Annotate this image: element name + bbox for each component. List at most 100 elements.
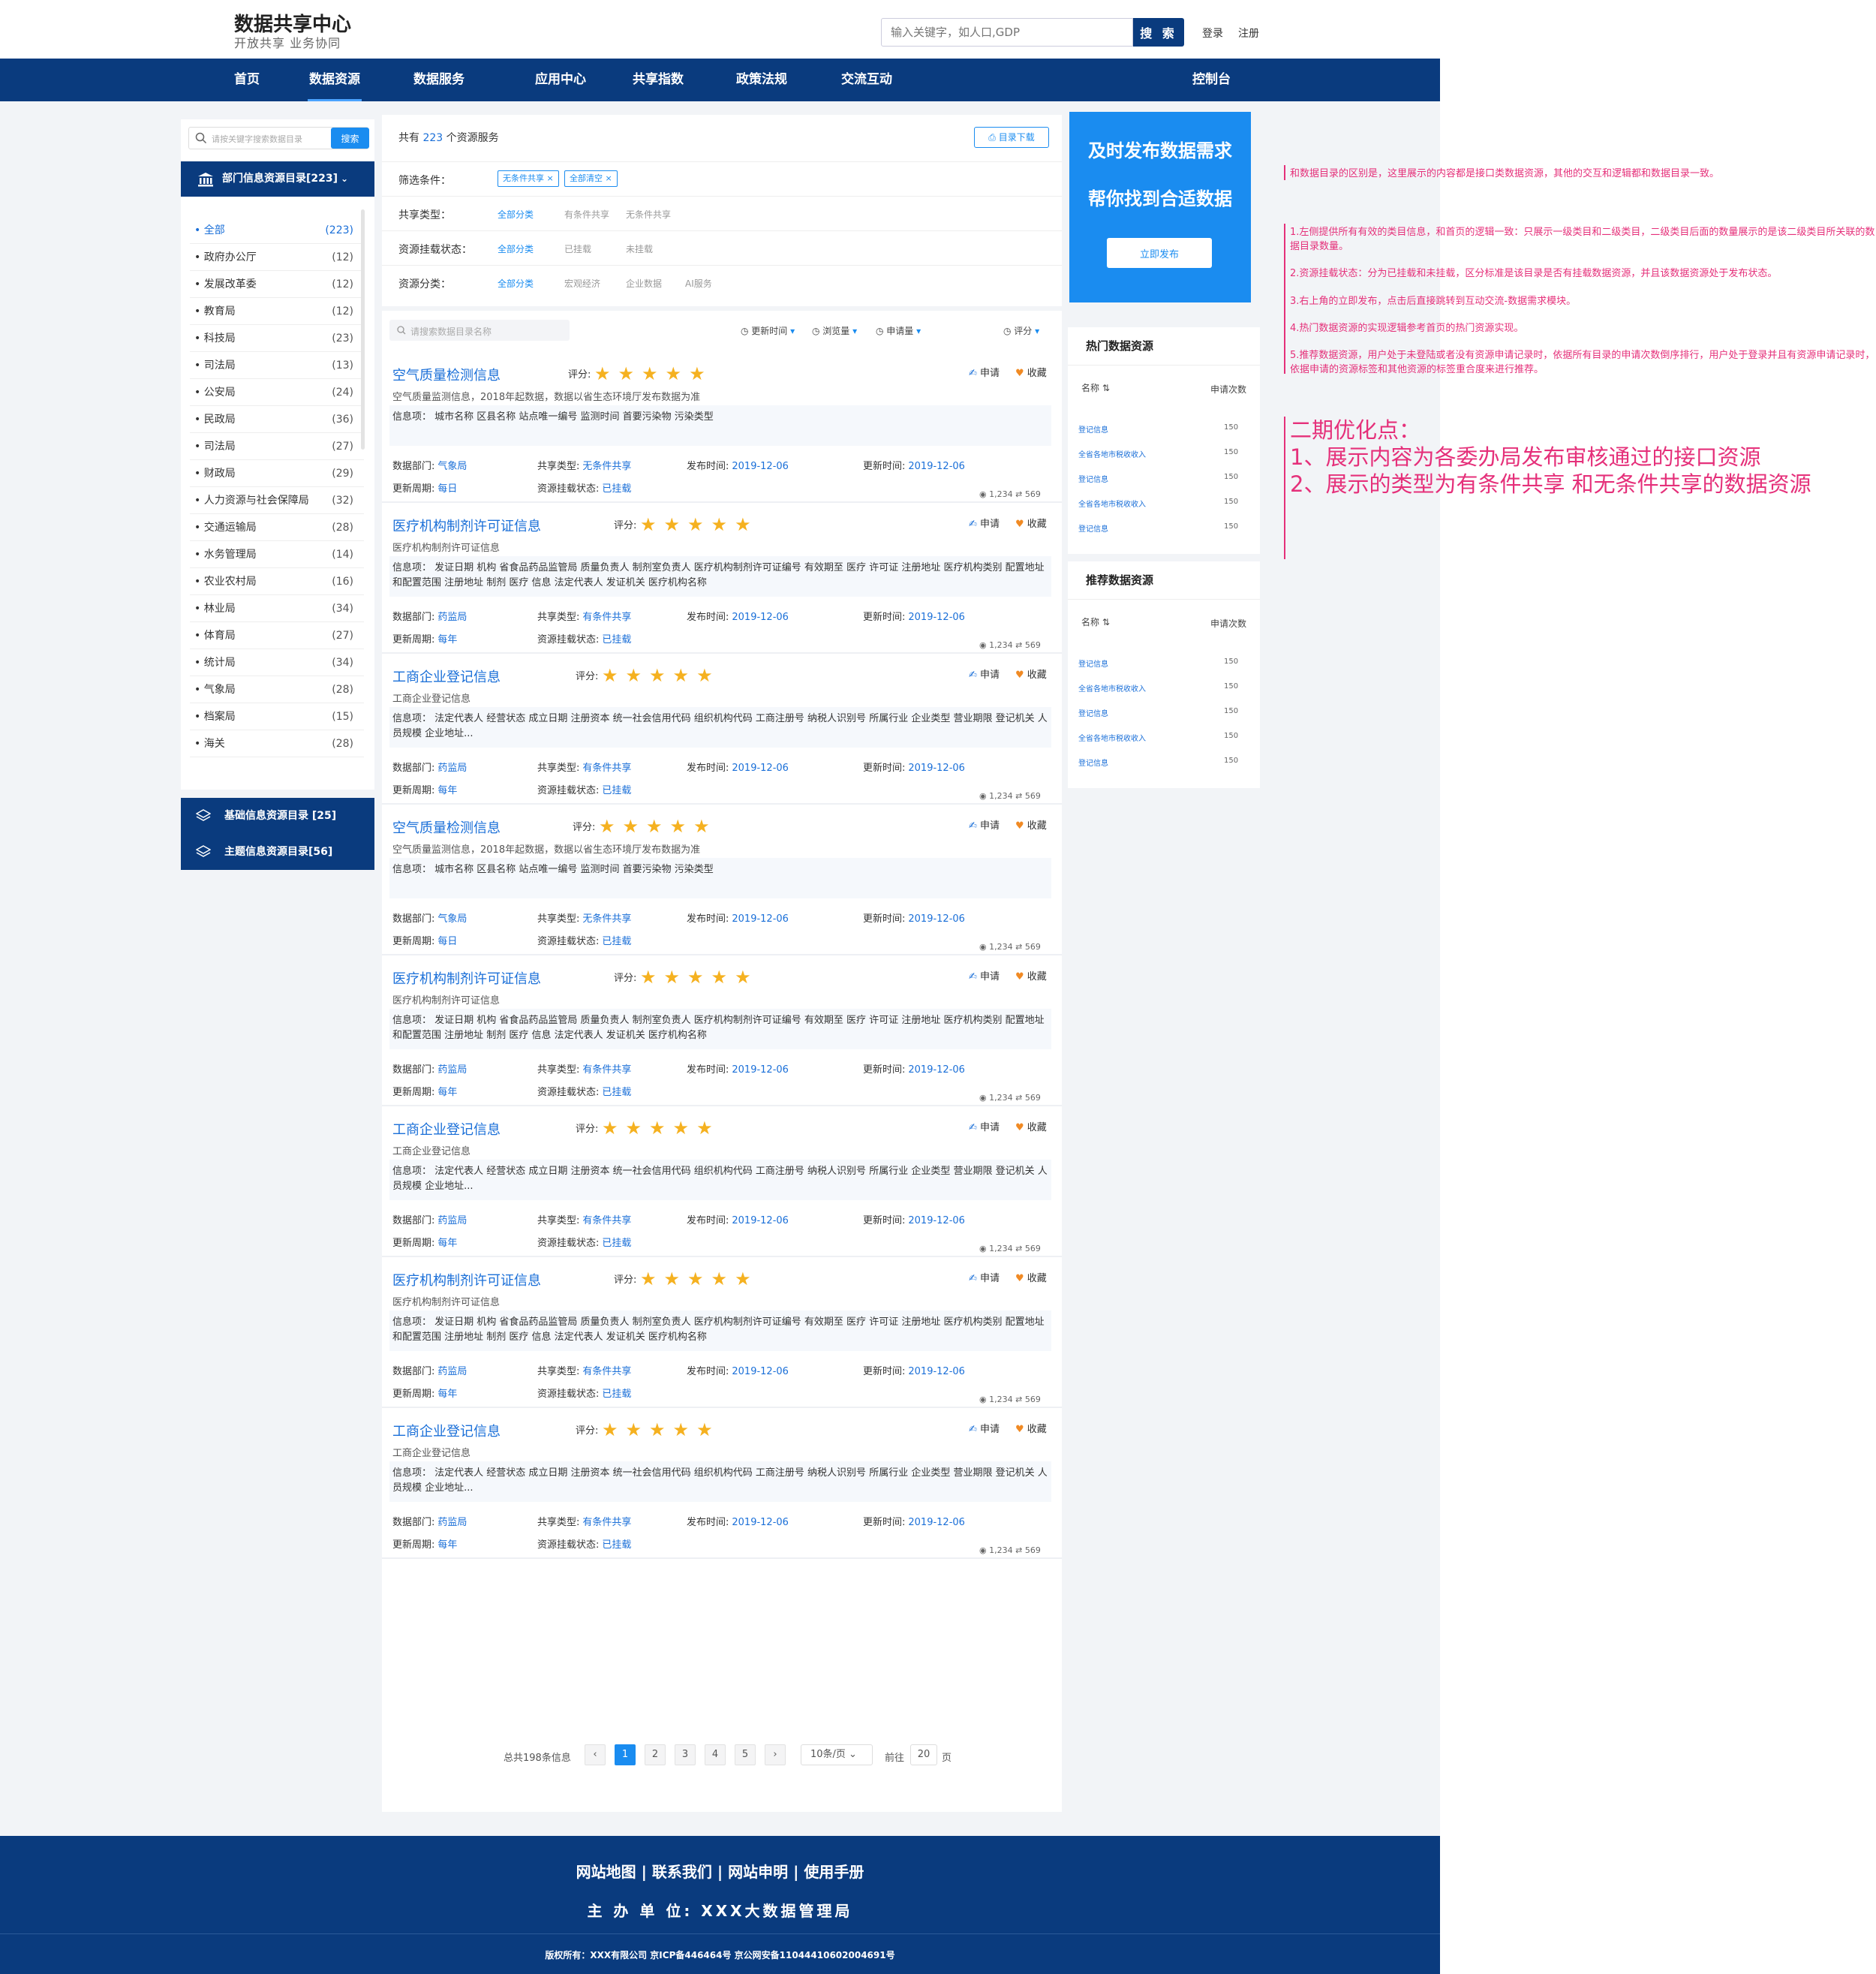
resource-title[interactable]: 医疗机构制剂许可证信息 xyxy=(392,1270,541,1289)
favorite-button[interactable]: ♥ 收藏 xyxy=(1015,1421,1047,1435)
side-resource-row[interactable]: 全省各地市税收收入 150 xyxy=(1078,675,1249,699)
sidebar-item[interactable]: • 交通运输局 (28) xyxy=(190,514,364,541)
nav-app-center[interactable]: 应用中心 xyxy=(535,59,586,101)
apply-button[interactable]: ✍ 申请 xyxy=(969,365,1000,379)
meta-value[interactable]: 药监局 xyxy=(437,612,467,623)
side-resource-row[interactable]: 登记信息 150 xyxy=(1078,515,1249,539)
nav-share-index[interactable]: 共享指数 xyxy=(633,59,684,101)
sidebar-item[interactable]: • 公安局 (24) xyxy=(190,379,364,406)
sidebar-item[interactable]: • 农业农村局 (16) xyxy=(190,568,364,595)
dept-catalog-header[interactable]: 部门信息资源目录[223] ⌄ xyxy=(181,161,374,197)
side-resource-name[interactable]: 登记信息 xyxy=(1078,657,1108,669)
resource-title[interactable]: 医疗机构制剂许可证信息 xyxy=(392,516,541,535)
sidebar-item[interactable]: • 教育局 (12) xyxy=(190,298,364,325)
favorite-button[interactable]: ♥ 收藏 xyxy=(1015,667,1047,681)
filter-option[interactable]: 全部分类 xyxy=(498,242,534,255)
side-resource-row[interactable]: 全省各地市税收收入 150 xyxy=(1078,724,1249,748)
nav-console[interactable]: 控制台 xyxy=(1192,59,1231,101)
nav-data-services[interactable]: 数据服务 xyxy=(413,59,464,101)
apply-button[interactable]: ✍ 申请 xyxy=(969,968,1000,982)
favorite-button[interactable]: ♥ 收藏 xyxy=(1015,817,1047,832)
theme-catalog-button[interactable]: 主题信息资源目录[56] xyxy=(181,834,374,870)
favorite-button[interactable]: ♥ 收藏 xyxy=(1015,968,1047,982)
side-resource-name[interactable]: 全省各地市税收收入 xyxy=(1078,498,1146,509)
side-resource-row[interactable]: 登记信息 150 xyxy=(1078,650,1249,674)
favorite-button[interactable]: ♥ 收藏 xyxy=(1015,1119,1047,1133)
apply-button[interactable]: ✍ 申请 xyxy=(969,1119,1000,1133)
nav-data-resources[interactable]: 数据资源 xyxy=(308,59,362,101)
sort-applies[interactable]: ◷ 申请量 ▾ xyxy=(876,324,921,337)
sidebar-item[interactable]: • 民政局 (36) xyxy=(190,406,364,433)
sidebar-item[interactable]: • 人力资源与社会保障局 (32) xyxy=(190,487,364,514)
side-resource-name[interactable]: 登记信息 xyxy=(1078,522,1108,534)
list-search-input[interactable]: 请搜索数据目录名称 xyxy=(389,320,570,341)
side-resource-row[interactable]: 登记信息 150 xyxy=(1078,700,1249,724)
side-resource-row[interactable]: 登记信息 150 xyxy=(1078,749,1249,773)
sidebar-item[interactable]: • 司法局 (13) xyxy=(190,352,364,379)
meta-value[interactable]: 气象局 xyxy=(437,913,467,925)
meta-value[interactable]: 药监局 xyxy=(437,1366,467,1377)
resource-title[interactable]: 工商企业登记信息 xyxy=(392,667,501,686)
nav-home[interactable]: 首页 xyxy=(234,59,260,101)
pager-page[interactable]: 1 xyxy=(615,1744,636,1765)
filter-tag-clear-all[interactable]: 全部清空 × xyxy=(564,170,618,187)
footer-links[interactable]: 网站地图 | 联系我们 | 网站申明 | 使用手册 xyxy=(0,1860,1440,1882)
apply-button[interactable]: ✍ 申请 xyxy=(969,1421,1000,1435)
sidebar-item[interactable]: • 气象局 (28) xyxy=(190,676,364,703)
sidebar-item[interactable]: • 司法局 (27) xyxy=(190,433,364,460)
publish-now-button[interactable]: 立即发布 xyxy=(1107,238,1212,268)
recommend-col-name[interactable]: 名称 ⇅ xyxy=(1081,615,1110,628)
pager-page[interactable]: 2 xyxy=(645,1744,666,1765)
resource-title[interactable]: 工商企业登记信息 xyxy=(392,1421,501,1440)
side-resource-row[interactable]: 登记信息 150 xyxy=(1078,416,1249,440)
pager-page-size-select[interactable]: 10条/页 ⌄ xyxy=(801,1744,873,1765)
sidebar-item[interactable]: • 发展改革委 (12) xyxy=(190,271,364,298)
resource-title[interactable]: 工商企业登记信息 xyxy=(392,1119,501,1139)
favorite-button[interactable]: ♥ 收藏 xyxy=(1015,365,1047,379)
side-resource-name[interactable]: 登记信息 xyxy=(1078,707,1108,718)
global-search-button[interactable]: 搜 索 xyxy=(1133,18,1184,47)
favorite-button[interactable]: ♥ 收藏 xyxy=(1015,1270,1047,1284)
sidebar-item[interactable]: • 财政局 (29) xyxy=(190,460,364,487)
sort-rating[interactable]: ◷ 评分 ▾ xyxy=(1003,324,1039,337)
resource-title[interactable]: 空气质量检测信息 xyxy=(392,365,501,384)
meta-value[interactable]: 药监局 xyxy=(437,763,467,774)
sidebar-item[interactable]: • 海关 (28) xyxy=(190,730,364,757)
sidebar-item[interactable]: • 林业局 (34) xyxy=(190,595,364,622)
nav-policy[interactable]: 政策法规 xyxy=(736,59,787,101)
sidebar-item[interactable]: • 档案局 (15) xyxy=(190,703,364,730)
filter-tag-unconditional[interactable]: 无条件共享 × xyxy=(498,170,559,187)
resource-title[interactable]: 空气质量检测信息 xyxy=(392,817,501,837)
side-resource-name[interactable]: 登记信息 xyxy=(1078,473,1108,484)
sidebar-item[interactable]: • 体育局 (27) xyxy=(190,622,364,649)
sort-views[interactable]: ◷ 浏览量 ▾ xyxy=(812,324,857,337)
nav-interaction[interactable]: 交流互动 xyxy=(841,59,892,101)
pager-next-button[interactable]: › xyxy=(765,1744,786,1765)
hot-col-name[interactable]: 名称 ⇅ xyxy=(1081,381,1110,394)
apply-button[interactable]: ✍ 申请 xyxy=(969,516,1000,530)
meta-value[interactable]: 药监局 xyxy=(437,1215,467,1226)
sidebar-scrollbar[interactable] xyxy=(361,209,365,450)
pager-goto-input[interactable]: 20 xyxy=(910,1744,937,1765)
sidebar-item[interactable]: • 全部 (223) xyxy=(190,217,364,244)
side-resource-name[interactable]: 登记信息 xyxy=(1078,757,1108,768)
login-link[interactable]: 登录 xyxy=(1202,26,1223,41)
side-resource-row[interactable]: 全省各地市税收收入 150 xyxy=(1078,441,1249,465)
apply-button[interactable]: ✍ 申请 xyxy=(969,667,1000,681)
filter-option[interactable]: 宏观经济 xyxy=(564,277,600,290)
side-resource-row[interactable]: 全省各地市税收收入 150 xyxy=(1078,490,1249,514)
side-resource-name[interactable]: 全省各地市税收收入 xyxy=(1078,732,1146,743)
sidebar-item[interactable]: • 政府办公厅 (12) xyxy=(190,244,364,271)
filter-option[interactable]: AI服务 xyxy=(685,277,712,290)
filter-option[interactable]: 未挂载 xyxy=(626,242,653,255)
sidebar-item[interactable]: • 统计局 (34) xyxy=(190,649,364,676)
pager-page[interactable]: 5 xyxy=(735,1744,756,1765)
pager-page[interactable]: 4 xyxy=(705,1744,726,1765)
resource-title[interactable]: 医疗机构制剂许可证信息 xyxy=(392,968,541,988)
side-resource-name[interactable]: 全省各地市税收收入 xyxy=(1078,682,1146,694)
apply-button[interactable]: ✍ 申请 xyxy=(969,817,1000,832)
sidebar-item[interactable]: • 科技局 (23) xyxy=(190,325,364,352)
sidebar-search-button[interactable]: 搜索 xyxy=(331,128,369,149)
filter-option[interactable]: 无条件共享 xyxy=(626,208,671,221)
sidebar-item[interactable]: • 水务管理局 (14) xyxy=(190,541,364,568)
